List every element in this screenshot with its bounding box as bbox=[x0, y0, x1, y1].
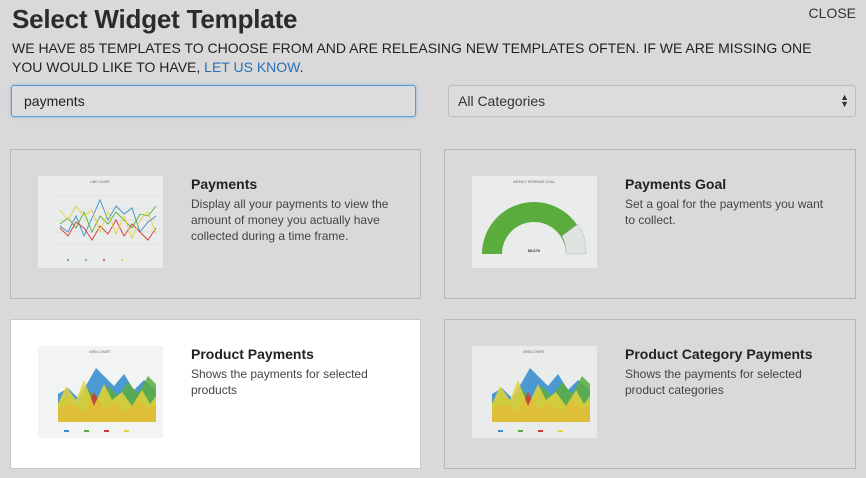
line-chart-thumbnail-icon: LINE CHART bbox=[38, 176, 163, 268]
close-button[interactable]: CLOSE bbox=[809, 5, 856, 21]
gauge-chart-thumbnail-icon: WEEKLY REVENUE GOAL $9,676 bbox=[472, 176, 597, 268]
template-name: Payments Goal bbox=[625, 176, 727, 192]
let-us-know-link[interactable]: LET US KNOW bbox=[204, 59, 299, 75]
template-card-product-payments[interactable]: AREA CHART Product Payments Shows the pa… bbox=[10, 319, 421, 469]
area-chart-thumbnail-icon: AREA CHART bbox=[38, 346, 163, 438]
select-arrows-icon: ▲ ▼ bbox=[840, 92, 849, 109]
category-select-value: All Categories bbox=[458, 93, 546, 109]
template-name: Product Payments bbox=[191, 346, 314, 362]
template-description: Shows the payments for selected products bbox=[191, 367, 368, 397]
search-input[interactable] bbox=[11, 85, 416, 117]
category-select[interactable]: All Categories ▲ ▼ bbox=[448, 85, 856, 117]
template-description: Set a goal for the payments you want to … bbox=[625, 197, 824, 227]
template-description: Display all your payments to view the am… bbox=[191, 197, 389, 243]
thumb-title: WEEKLY REVENUE GOAL bbox=[513, 180, 555, 184]
template-card-payments[interactable]: LINE CHART Payments Display all your pay… bbox=[10, 149, 421, 299]
subtitle-text: WE HAVE 85 TEMPLATES TO CHOOSE FROM AND … bbox=[12, 40, 812, 75]
template-description: Shows the payments for selected product … bbox=[625, 367, 802, 397]
template-name: Payments bbox=[191, 176, 258, 192]
template-name: Product Category Payments bbox=[625, 346, 813, 362]
template-card-product-category-payments[interactable]: AREA CHART Product Category Payments Sho… bbox=[444, 319, 856, 469]
dialog-subtitle: WE HAVE 85 TEMPLATES TO CHOOSE FROM AND … bbox=[12, 39, 812, 77]
subtitle-end: . bbox=[299, 59, 304, 75]
template-card-payments-goal[interactable]: WEEKLY REVENUE GOAL $9,676 Payments Goal… bbox=[444, 149, 856, 299]
gauge-value: $9,676 bbox=[528, 248, 541, 253]
thumb-title: LINE CHART bbox=[90, 180, 110, 184]
thumb-title: AREA CHART bbox=[89, 350, 111, 354]
thumb-title: AREA CHART bbox=[523, 350, 545, 354]
area-chart-thumbnail-icon: AREA CHART bbox=[472, 346, 597, 438]
dialog-title: Select Widget Template bbox=[12, 4, 298, 34]
